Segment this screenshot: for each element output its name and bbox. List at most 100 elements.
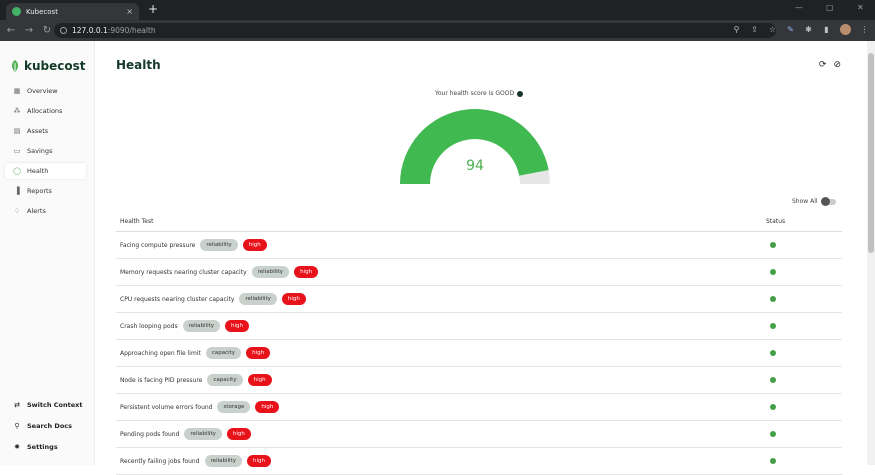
forward-icon[interactable]: → (22, 25, 36, 36)
search-docs-button[interactable]: ⚲ Search Docs (5, 418, 90, 434)
sidebar-item-assets[interactable]: ▤ Assets (5, 123, 86, 139)
sidebar-item-label: Alerts (27, 207, 46, 215)
site-info-icon[interactable] (60, 27, 67, 34)
health-test-cell: Pending pods found reliability high (116, 428, 766, 440)
new-tab-button[interactable]: + (148, 2, 158, 16)
reports-icon: ▐ (14, 187, 20, 195)
back-icon[interactable]: ← (4, 25, 18, 36)
table-row[interactable]: Pending pods found reliability high (116, 421, 842, 448)
severity-badge: high (246, 455, 271, 467)
sidebar-item-overview[interactable]: ▦ Overview (5, 83, 86, 99)
category-badge: reliability (251, 266, 290, 278)
maximize-icon[interactable]: ▢ (826, 3, 834, 12)
url-field[interactable]: 127.0.0.1:9090/health (54, 23, 776, 38)
sidebar-item-label: Allocations (27, 107, 63, 115)
table-row[interactable]: Facing compute pressure reliability high (116, 232, 842, 259)
category-badge: capacity (207, 374, 243, 386)
health-score-text: Your health score is GOOD (435, 90, 524, 97)
browser-tab[interactable]: Kubecost × (6, 3, 139, 20)
share-icon[interactable]: ⇪ (750, 25, 759, 34)
allocations-icon: ⁂ (13, 107, 21, 115)
health-test-cell: Crash looping pods reliability high (116, 320, 766, 332)
status-ok-icon (770, 404, 776, 410)
category-badge: reliability (239, 293, 277, 305)
profile-avatar[interactable] (840, 24, 851, 35)
minimize-icon[interactable]: — (795, 3, 803, 12)
grid-icon: ▦ (13, 87, 21, 95)
status-ok-icon (770, 242, 776, 248)
severity-badge: high (247, 374, 272, 386)
health-test-name: Pending pods found (120, 430, 180, 438)
kubecost-favicon-icon (12, 7, 21, 16)
category-badge: storage (217, 401, 251, 413)
sidebar-menu: ▦ Overview ⁂ Allocations ▤ Assets ▭ Savi… (5, 83, 86, 223)
app: kubecost ▦ Overview ⁂ Allocations ▤ Asse… (0, 41, 875, 475)
severity-badge: high (242, 239, 267, 251)
health-table: Health Test Status Facing compute pressu… (116, 212, 842, 475)
health-test-cell: Persistent volume errors found storage hig… (116, 401, 766, 413)
sidebar-item-label: Assets (27, 127, 49, 135)
info-icon[interactable] (517, 90, 524, 97)
settings-button[interactable]: ✹ Settings (5, 439, 90, 455)
show-all-toggle[interactable]: Show All (792, 196, 836, 206)
health-test-cell: Approaching open file limit capacity high (116, 347, 766, 359)
table-row[interactable]: Memory requests nearing cluster capacity… (116, 259, 842, 286)
extensions-puzzle-icon[interactable]: ✱ (804, 25, 813, 34)
side-panel-icon[interactable]: ▮ (822, 25, 831, 34)
status-ok-icon (770, 350, 776, 356)
table-row[interactable]: Crash looping pods reliability high (116, 313, 842, 340)
health-test-name: Recently failing jobs found (120, 457, 200, 465)
status-ok-icon (770, 377, 776, 383)
severity-badge: high (255, 401, 280, 413)
table-row[interactable]: Recently failing jobs found reliability hi… (116, 448, 842, 475)
reload-icon[interactable]: ↻ (40, 25, 54, 36)
health-test-name: Crash looping pods (120, 322, 178, 330)
check-circle-icon[interactable]: ⊘ (833, 60, 841, 70)
health-test-name: Node is facing PID pressure (120, 376, 203, 384)
health-test-name: CPU requests nearing cluster capacity (120, 295, 235, 303)
switch-icon: ⇄ (14, 401, 20, 409)
menu-dots-icon[interactable]: ⋮ (860, 25, 869, 34)
health-icon: ◯ (13, 167, 21, 175)
status-ok-icon (770, 458, 776, 464)
score-label: Your health score is GOOD (435, 90, 515, 97)
category-badge: capacity (205, 347, 242, 359)
sidebar-item-reports[interactable]: ▐ Reports (5, 183, 86, 199)
health-test-cell: CPU requests nearing cluster capacity rel… (116, 293, 766, 305)
toggle-switch[interactable] (820, 196, 836, 206)
address-bar: ← → ↻ 127.0.0.1:9090/health ⚲ ⇪ ☆ ✎ ✱ ▮ … (0, 20, 875, 41)
zoom-icon[interactable]: ⚲ (732, 25, 741, 34)
health-test-cell: Facing compute pressure reliability high (116, 239, 766, 251)
table-row[interactable]: Approaching open file limit capacity high (116, 340, 842, 367)
page-scrollbar[interactable] (867, 41, 875, 465)
table-row[interactable]: Persistent volume errors found storage hig… (116, 394, 842, 421)
bell-icon: ♢ (13, 207, 21, 215)
category-badge: reliability (182, 320, 221, 332)
kubecost-logo[interactable]: kubecost (10, 59, 86, 73)
url-path: :9090/health (107, 26, 156, 35)
bottom-item-label: Settings (27, 443, 58, 451)
switch-context-button[interactable]: ⇄ Switch Context (5, 397, 90, 413)
sidebar-item-health[interactable]: ◯ Health (5, 163, 86, 179)
extension-icon[interactable]: ✎ (786, 25, 795, 34)
sidebar-bottom-menu: ⇄ Switch Context ⚲ Search Docs ✹ Setting… (5, 397, 90, 460)
tab-title: Kubecost (26, 7, 58, 16)
bookmark-star-icon[interactable]: ☆ (768, 25, 777, 34)
close-window-icon[interactable]: ✕ (857, 3, 864, 12)
bottom-item-label: Switch Context (27, 401, 83, 409)
refresh-icon[interactable]: ⟳ (819, 60, 827, 70)
table-row[interactable]: Node is facing PID pressure capacity high (116, 367, 842, 394)
gear-icon: ✹ (14, 443, 20, 451)
sidebar-item-savings[interactable]: ▭ Savings (5, 143, 86, 159)
sidebar: kubecost ▦ Overview ⁂ Allocations ▤ Asse… (0, 41, 95, 465)
category-badge: reliability (200, 239, 238, 251)
logo-text: kubecost (24, 59, 86, 73)
sidebar-item-allocations[interactable]: ⁂ Allocations (5, 103, 86, 119)
tab-close-icon[interactable]: × (126, 7, 133, 16)
health-test-cell: Recently failing jobs found reliability hi… (116, 455, 766, 467)
table-row[interactable]: CPU requests nearing cluster capacity rel… (116, 286, 842, 313)
sidebar-item-label: Overview (27, 87, 58, 95)
severity-badge: high (294, 266, 319, 278)
sidebar-item-alerts[interactable]: ♢ Alerts (5, 203, 86, 219)
sidebar-item-label: Reports (27, 187, 52, 195)
